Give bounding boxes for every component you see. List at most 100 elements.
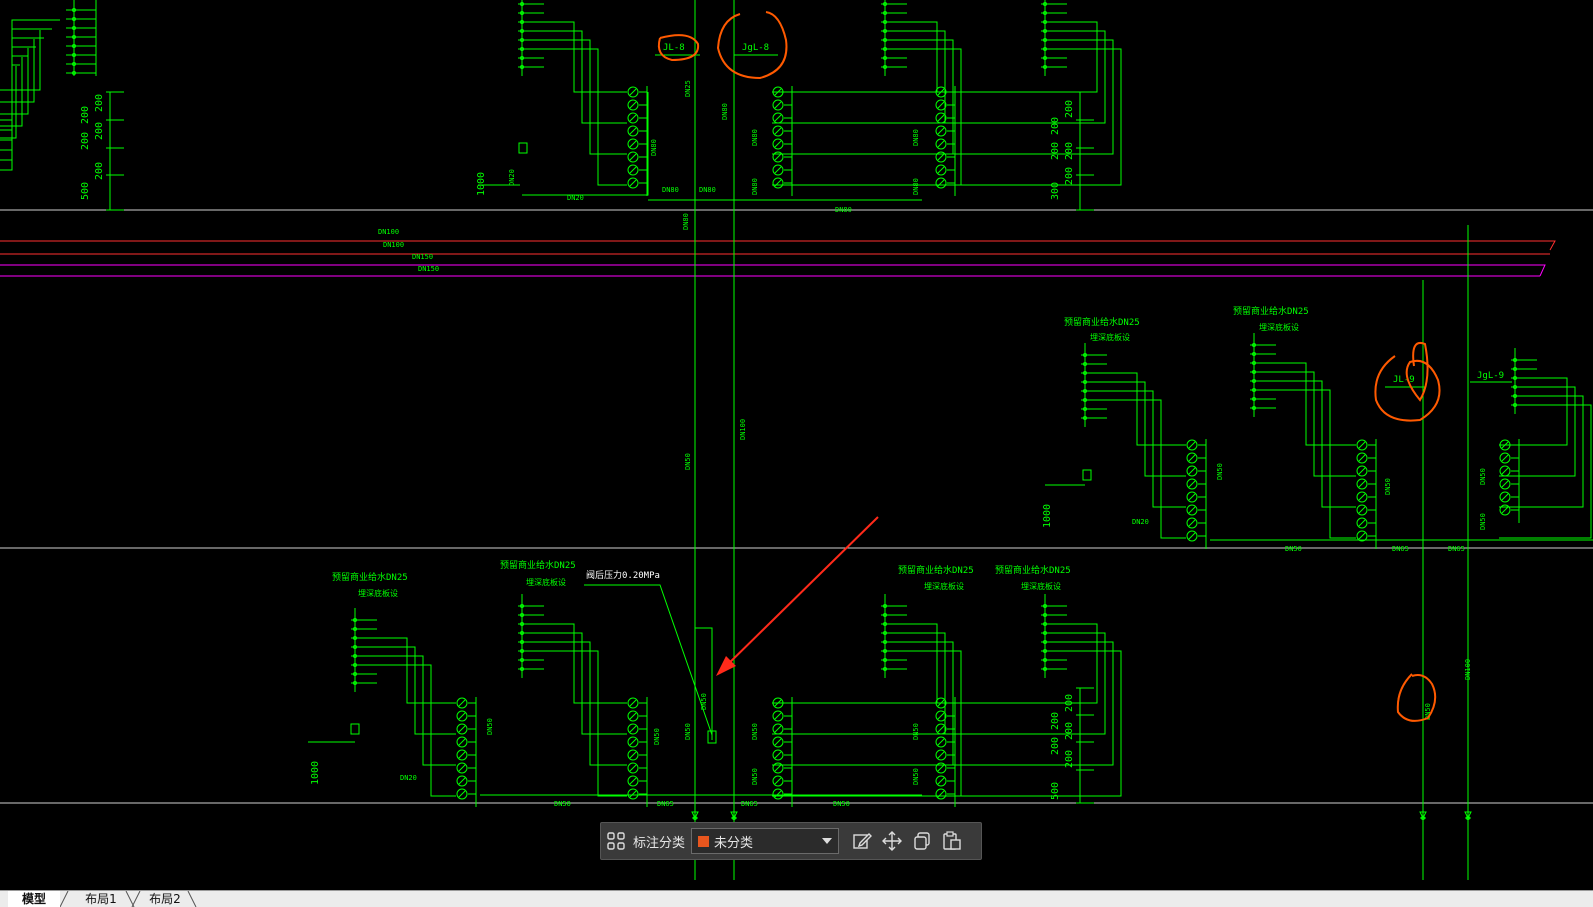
fixture-mark: [937, 764, 945, 772]
valve-symbol: [882, 640, 888, 644]
pipe-branch: [544, 632, 627, 735]
pipe-branch: [544, 21, 627, 93]
pipe-branch: [544, 650, 627, 797]
pipe-label: DN50: [653, 728, 661, 745]
valve-symbol: [1042, 622, 1048, 626]
pipe-label: DN80: [912, 129, 920, 146]
fixture-mark: [458, 738, 466, 746]
pipe-branch: [772, 39, 954, 155]
fixture-symbol: [456, 697, 468, 709]
dimension-text: 200: [80, 132, 91, 150]
toolbar-copy-button[interactable]: [907, 826, 937, 856]
fixture-mark: [629, 166, 637, 174]
category-select-value: 未分类: [714, 835, 754, 851]
pipe-branch: [544, 623, 627, 704]
fixture-symbol: [627, 125, 639, 137]
toolbar-edit-button[interactable]: [847, 826, 877, 856]
dimension-text: 200: [94, 94, 105, 112]
pipe-label: DN50: [1479, 513, 1487, 530]
fixture-mark: [629, 127, 637, 135]
valve-symbol: [519, 29, 525, 33]
dimension-text: 500: [1050, 782, 1061, 800]
fixture-symbol: [627, 138, 639, 150]
fixture-mark: [937, 712, 945, 720]
pipe-branch: [935, 21, 1098, 93]
valve-symbol: [1082, 353, 1088, 357]
toolbar-move-button[interactable]: [877, 826, 907, 856]
fixture-symbol: [772, 775, 784, 787]
fixture-symbol: [772, 788, 784, 800]
tab-model[interactable]: 模型: [8, 891, 60, 907]
fixture-symbol: [772, 99, 784, 111]
fixture-mark: [937, 101, 945, 109]
fixture-mark: [458, 699, 466, 707]
fixture-symbol: [1186, 491, 1198, 503]
pipe-label: DN25: [684, 80, 692, 97]
valve-symbol: [519, 622, 525, 626]
valve-symbol: [352, 636, 358, 640]
fixture-symbol: [456, 723, 468, 735]
pipe-branch: [695, 627, 713, 740]
pipe-label: DN100: [383, 241, 404, 249]
pipe-branch: [935, 623, 1098, 704]
reserve-label: 预留商业给水DN25: [995, 564, 1071, 576]
fixture-mark: [629, 712, 637, 720]
meter-box: [518, 142, 528, 154]
fixture-mark: [774, 712, 782, 720]
fixture-symbol: [935, 749, 947, 761]
valve-symbol: [1042, 11, 1048, 15]
fixture-symbol: [627, 112, 639, 124]
pipe-branch: [544, 39, 627, 155]
pipe-label: DN65: [657, 800, 674, 808]
cad-drawing-canvas[interactable]: DN100 DN100 DN150 DN150 DN50 DN100 DN50 DN100 20…: [0, 0, 1593, 890]
reserve-sub: 埋深底板设: [1090, 332, 1130, 342]
tab-layout1[interactable]: 布局1: [72, 891, 130, 907]
valve-symbol: [352, 681, 358, 685]
riser-label: JL-9: [1393, 375, 1415, 385]
fixture-symbol: [1356, 478, 1368, 490]
valve-symbol: [1042, 38, 1048, 42]
pipe-branch: [377, 637, 456, 704]
fixture-symbol: [456, 762, 468, 774]
toolbar-grid-button[interactable]: [601, 826, 631, 856]
fixture-symbol: [627, 164, 639, 176]
category-color-swatch: [698, 835, 710, 847]
pipe-branch: [0, 55, 28, 161]
dimension-text: 200: [1050, 737, 1061, 755]
reserve-label: 预留商业给水DN25: [1064, 316, 1140, 328]
fixture-mark: [1501, 454, 1509, 462]
valve-symbol: [1042, 604, 1048, 608]
fixture-mark: [1358, 454, 1366, 462]
valve-symbol: [519, 631, 525, 635]
tab-layout2[interactable]: 布局2: [136, 891, 194, 907]
pipe-label: DN80: [912, 178, 920, 195]
elevation-text: 1000: [1042, 504, 1053, 528]
fixture-symbol: [1356, 517, 1368, 529]
riser-label: JgL-9: [1477, 371, 1504, 381]
valve-symbol: [1082, 407, 1088, 411]
pipe-label: DN80: [721, 103, 729, 120]
category-label: 标注分类: [633, 835, 686, 851]
fixture-symbol: [1499, 478, 1511, 490]
valve-symbol: [71, 26, 77, 30]
pipe-branch: [772, 48, 962, 186]
category-select[interactable]: 未分类: [691, 828, 840, 854]
fixture-mark: [629, 764, 637, 772]
pipe-label: DN100: [378, 228, 399, 236]
valve-symbol: [1082, 362, 1088, 366]
grid-icon: [607, 832, 625, 850]
fixture-symbol: [772, 125, 784, 137]
fixture-symbol: [627, 749, 639, 761]
pipe-end: [1545, 240, 1556, 251]
fixture-symbol: [627, 697, 639, 709]
toolbar-paste-button[interactable]: [937, 826, 967, 856]
pipe-branch: [1276, 371, 1356, 477]
valve-symbol: [1512, 403, 1518, 407]
fixture-mark: [458, 764, 466, 772]
fixture-mark: [937, 153, 945, 161]
fixture-mark: [774, 166, 782, 174]
valve-symbol: [1042, 29, 1048, 33]
fixture-mark: [774, 127, 782, 135]
pipe-branch: [544, 48, 627, 186]
fixture-mark: [1188, 493, 1196, 501]
